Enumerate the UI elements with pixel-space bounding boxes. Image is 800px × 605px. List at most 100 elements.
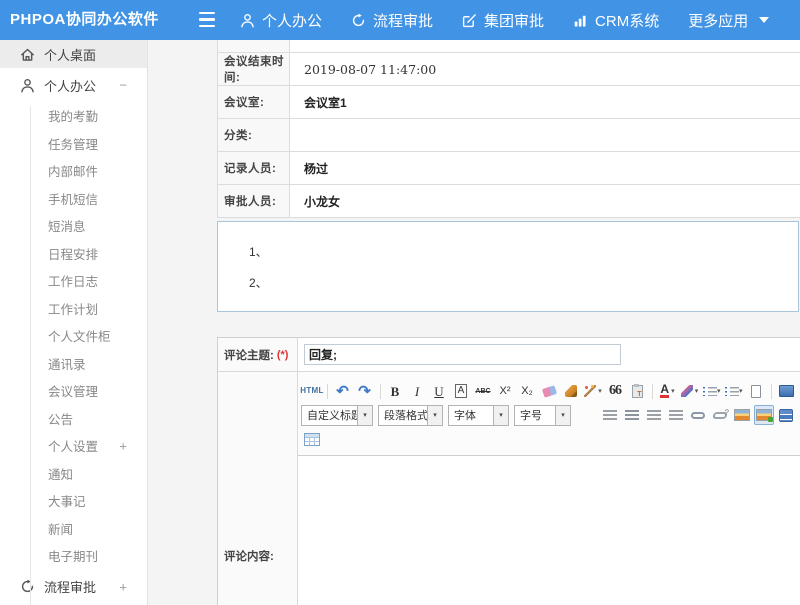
sidebar-item-office[interactable]: 个人办公− <box>0 68 147 102</box>
image-upload-icon[interactable] <box>754 405 774 425</box>
main-nav: 个人办公 流程审批 集团审批 CRM系统 更多应用 <box>240 0 769 40</box>
new-document-icon[interactable] <box>746 381 766 401</box>
table-icon-glyph <box>304 433 320 446</box>
sidebar-item-announcement[interactable]: 公告 <box>0 405 147 433</box>
table-icon[interactable] <box>302 429 322 449</box>
format-brush-icon[interactable] <box>561 381 581 401</box>
subscript-icon[interactable]: X₂ <box>517 381 537 401</box>
remove-format-icon[interactable]: A <box>451 381 471 401</box>
sidebar-item-attendance[interactable]: 我的考勤 <box>0 102 147 130</box>
expand-plus-icon[interactable]: + <box>119 438 127 453</box>
nav-item-label: 个人办公 <box>262 10 322 31</box>
app-window: PHPOA协同办公软件 个人办公流程审批集团审批CRM系统更多应用 个人桌面个人… <box>0 0 800 605</box>
align-right-icon[interactable] <box>644 405 664 425</box>
media-icon-glyph <box>779 409 793 422</box>
italic-icon-glyph: I <box>415 385 419 398</box>
eraser-icon[interactable] <box>539 381 559 401</box>
italic-icon[interactable]: I <box>407 381 427 401</box>
nav-item-more-apps[interactable]: 更多应用 <box>688 10 769 31</box>
image-icon[interactable] <box>732 405 752 425</box>
sidebar-item-label: 大事记 <box>48 491 86 510</box>
meeting-notes-box: 1、 2、 <box>217 221 799 312</box>
sidebar-item-label: 公告 <box>48 409 73 428</box>
sidebar-item-meeting[interactable]: 会议管理 <box>0 377 147 405</box>
blockquote-icon[interactable]: 66 <box>605 381 625 401</box>
sidebar-item-sms[interactable]: 手机短信 <box>0 185 147 213</box>
highlight-pen-icon[interactable]: ▾ <box>680 381 700 401</box>
undo-icon-glyph: ↶ <box>336 384 349 399</box>
fontsize-select[interactable]: 字号▾ <box>514 405 571 426</box>
sidebar-item-desktop[interactable]: 个人桌面 <box>0 40 147 68</box>
redo-icon[interactable]: ↷ <box>355 381 375 401</box>
heading-select-value: 自定义标题 <box>302 407 357 423</box>
quick-format-icon[interactable]: ▾ <box>583 381 603 401</box>
expand-plus-icon[interactable]: + <box>119 579 127 594</box>
font-select[interactable]: 字体▾ <box>448 405 509 426</box>
sidebar-item-worklog[interactable]: 工作日志 <box>0 267 147 295</box>
link-icon[interactable] <box>688 405 708 425</box>
nav-item-crm-system[interactable]: CRM系统 <box>573 10 659 31</box>
sidebar-item-news[interactable]: 新闻 <box>0 515 147 543</box>
align-left-icon[interactable] <box>600 405 620 425</box>
sidebar-item-label: 我的考勤 <box>48 106 98 125</box>
strikethrough-icon-glyph: ABC <box>475 388 490 395</box>
dropdown-caret-icon: ▾ <box>598 387 602 395</box>
sidebar-guide-line <box>30 106 31 605</box>
note-line: 1、 <box>249 243 798 260</box>
collapse-minus-icon[interactable]: − <box>119 78 127 93</box>
unlink-icon[interactable] <box>710 405 730 425</box>
paragraph-select[interactable]: 段落格式▾ <box>378 405 443 426</box>
sidebar-item-label: 个人文件柜 <box>48 326 111 345</box>
unordered-list-icon-glyph <box>725 386 737 397</box>
sidebar-item-message[interactable]: 短消息 <box>0 212 147 240</box>
align-right-icon-glyph <box>647 410 661 421</box>
align-center-icon[interactable] <box>622 405 642 425</box>
sidebar-item-contacts[interactable]: 通讯录 <box>0 350 147 378</box>
note-line: 2、 <box>249 274 798 291</box>
sidebar-item-workflow[interactable]: 流程审批 + <box>0 570 147 604</box>
sidebar-item-settings[interactable]: 个人设置 + <box>0 432 147 460</box>
font-color-icon[interactable]: A▾ <box>658 381 678 401</box>
underline-icon[interactable]: U <box>429 381 449 401</box>
paste-icon[interactable] <box>627 381 647 401</box>
bold-icon[interactable]: B <box>385 381 405 401</box>
sidebar-item-label: 个人设置 <box>48 436 98 455</box>
sidebar-item-label: 流程审批 <box>44 577 96 596</box>
dropdown-caret-icon: ▾ <box>739 387 743 395</box>
nav-item-group-approval[interactable]: 集团审批 <box>462 10 544 31</box>
nav-item-workflow-approval[interactable]: 流程审批 <box>351 10 433 31</box>
html-source-button[interactable]: HTML <box>302 381 322 401</box>
sidebar-item-notification[interactable]: 通知 <box>0 460 147 488</box>
media-icon[interactable] <box>776 405 796 425</box>
strikethrough-icon[interactable]: ABC <box>473 381 493 401</box>
sidebar-item-workplan[interactable]: 工作计划 <box>0 295 147 323</box>
hamburger-menu-icon[interactable] <box>199 12 215 27</box>
comment-subject-label: 评论主题: (*) <box>218 338 298 371</box>
sidebar-item-label: 工作计划 <box>48 299 98 318</box>
form-row-value <box>290 119 800 151</box>
form-row-label: 分类: <box>218 119 290 151</box>
fullscreen-icon[interactable] <box>776 381 796 401</box>
user-icon <box>20 78 35 93</box>
sidebar-item-schedule[interactable]: 日程安排 <box>0 240 147 268</box>
fullscreen-icon-glyph <box>779 385 794 397</box>
editor-content-area[interactable] <box>298 456 800 605</box>
sidebar-item-events[interactable]: 大事记 <box>0 487 147 515</box>
sidebar-item-cabinet[interactable]: 个人文件柜 <box>0 322 147 350</box>
comment-subject-input[interactable] <box>304 344 621 365</box>
ordered-list-icon[interactable]: ▾ <box>702 381 722 401</box>
heading-select[interactable]: 自定义标题▾ <box>301 405 373 426</box>
sidebar-item-journal[interactable]: 电子期刊 <box>0 542 147 570</box>
superscript-icon[interactable]: X² <box>495 381 515 401</box>
sidebar-item-tasks[interactable]: 任务管理 <box>0 130 147 158</box>
quick-format-icon-glyph <box>584 385 596 397</box>
ordered-list-icon-glyph <box>703 386 715 397</box>
justify-icon[interactable] <box>666 405 686 425</box>
comment-content-label-text: 评论内容: <box>224 548 274 564</box>
paste-icon-glyph <box>632 385 643 398</box>
sidebar-item-mail[interactable]: 内部邮件 <box>0 157 147 185</box>
nav-item-personal-office[interactable]: 个人办公 <box>240 10 322 31</box>
undo-icon[interactable]: ↶ <box>333 381 353 401</box>
unordered-list-icon[interactable]: ▾ <box>724 381 744 401</box>
unlink-icon-glyph <box>712 412 727 419</box>
